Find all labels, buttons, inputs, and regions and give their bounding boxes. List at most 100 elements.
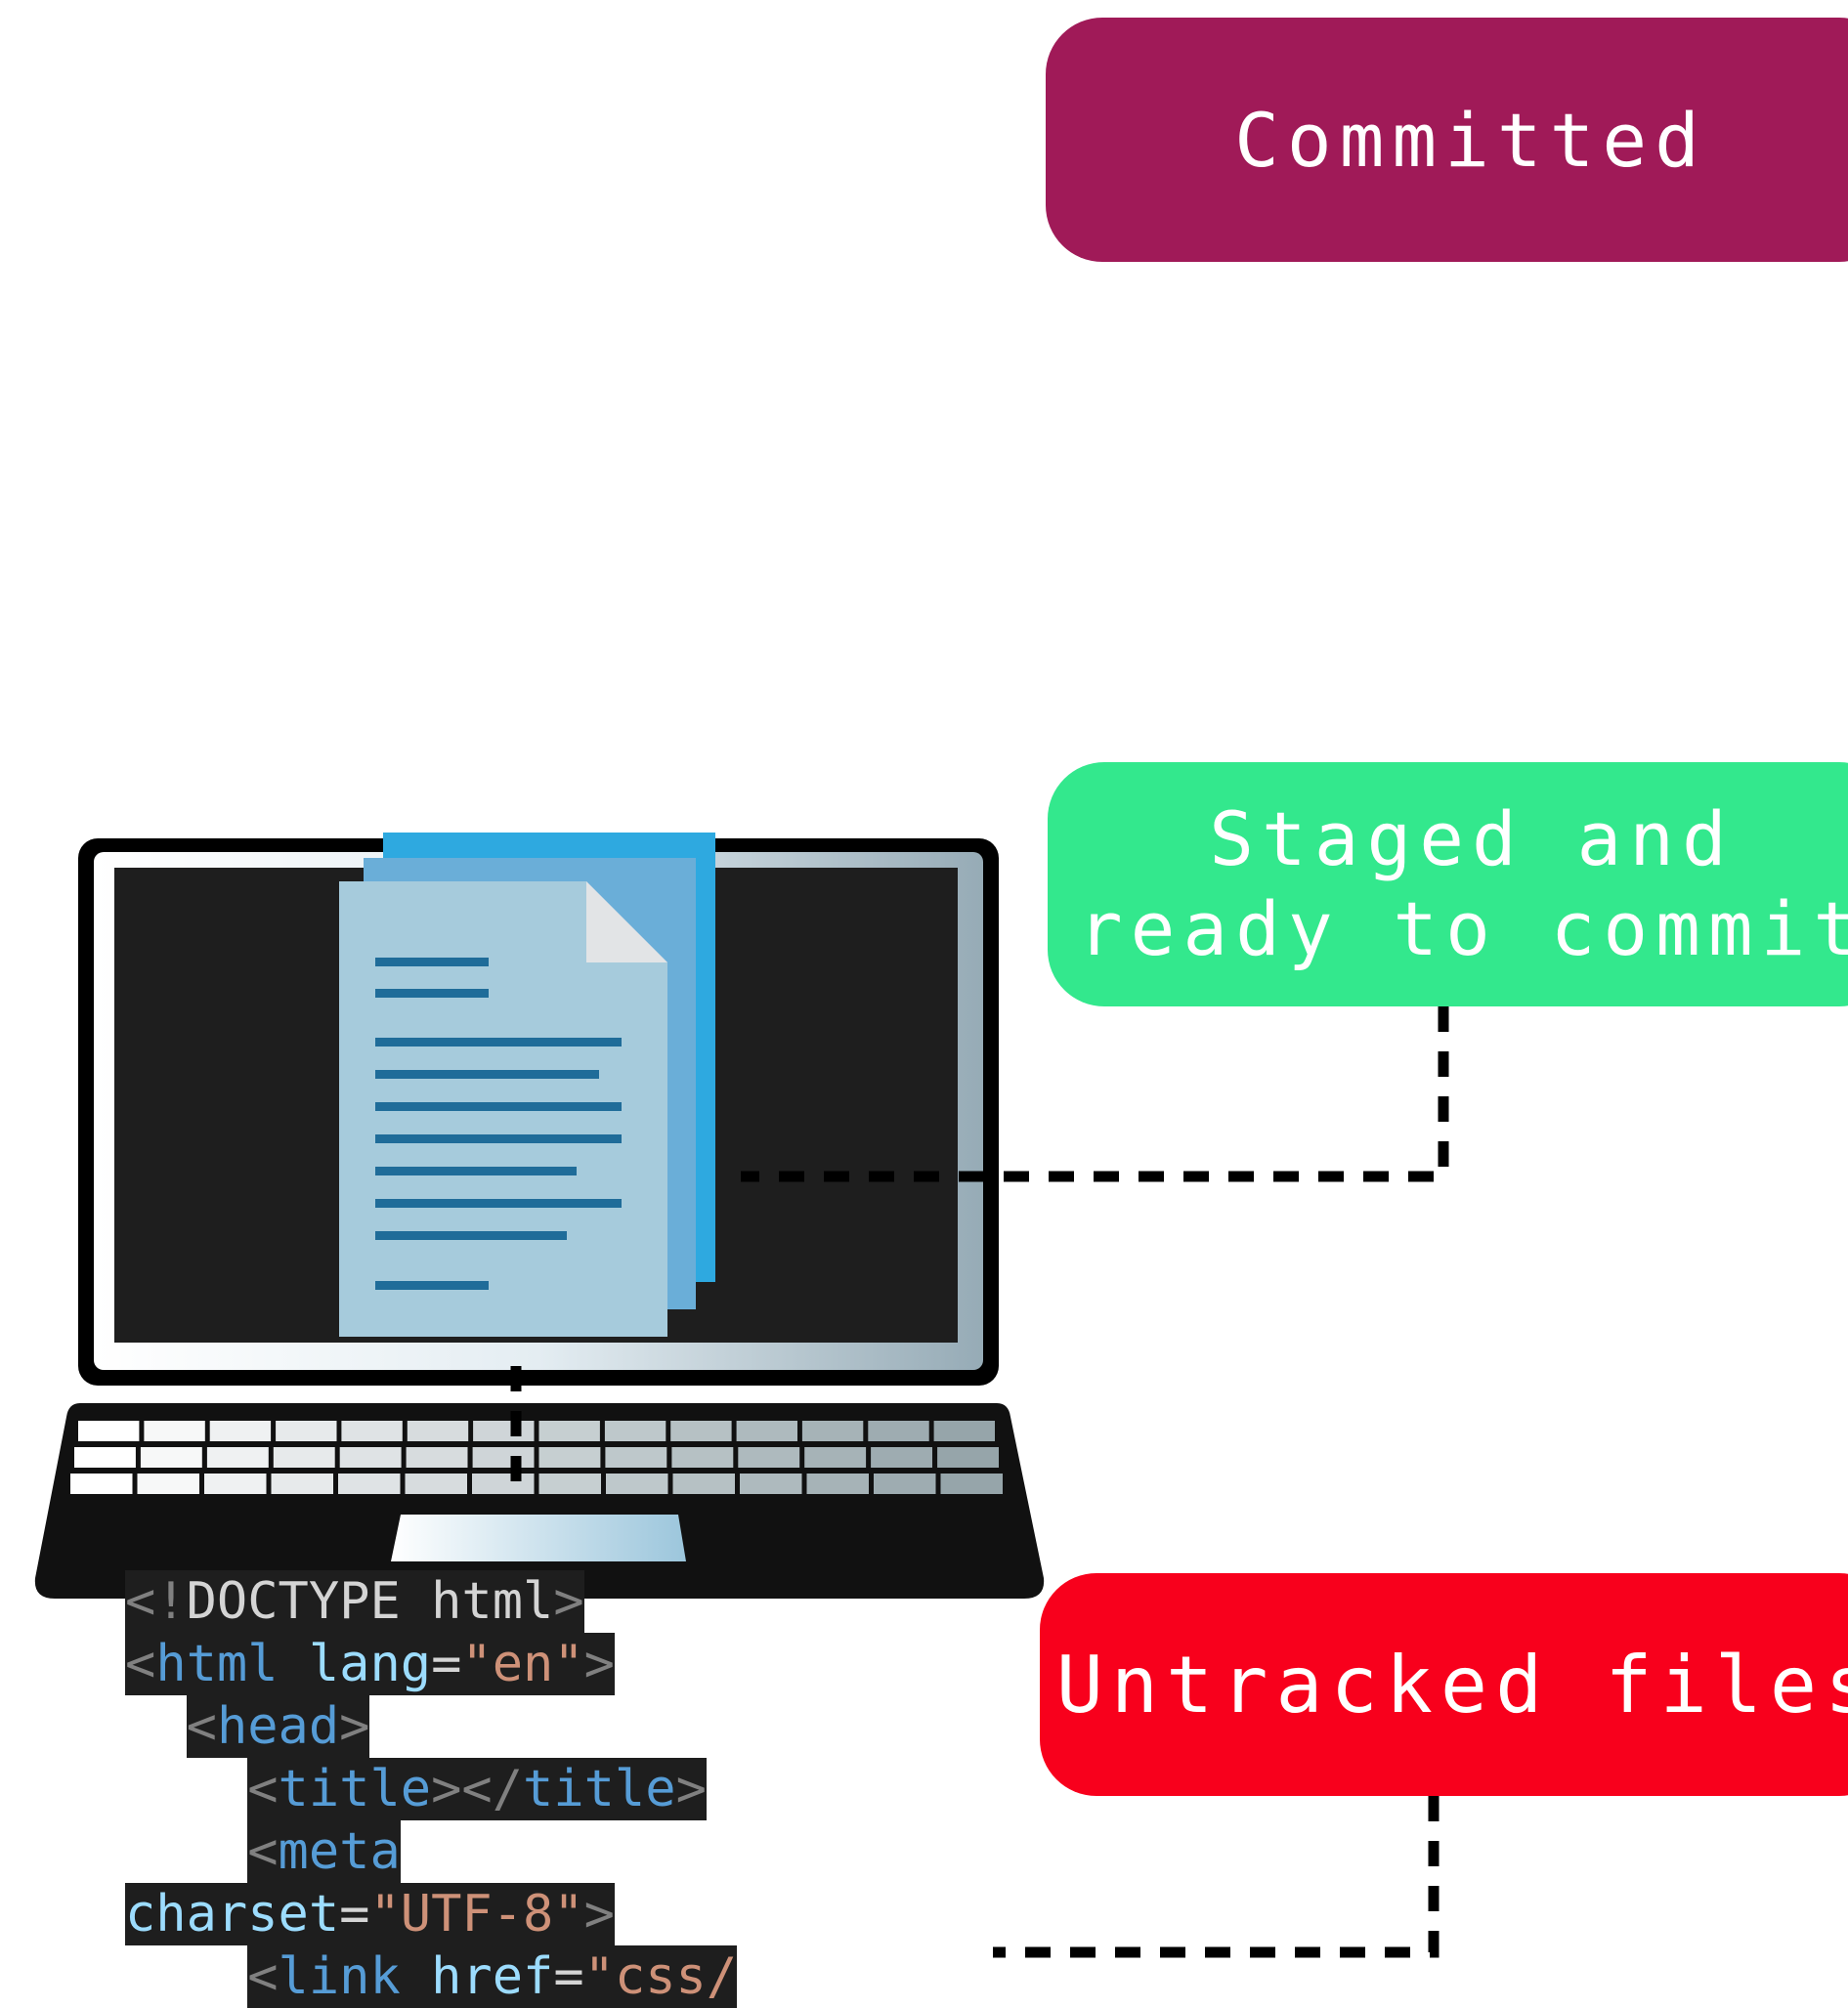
document-stack-icon: [339, 833, 715, 1337]
code-token: "css/: [583, 1947, 738, 2006]
code-token: DOCTYPE html: [186, 1572, 554, 1631]
keyboard-key: [868, 1421, 929, 1441]
keyboard-key: [933, 1421, 995, 1441]
code-token: >: [339, 1697, 370, 1756]
keyboard-key: [407, 1421, 469, 1441]
untracked-connector: [993, 1796, 1440, 1958]
code-line: <title></title>: [125, 1758, 737, 1820]
keyboard-key: [606, 1474, 668, 1494]
document-line: [375, 1102, 622, 1111]
code-line-background: <html lang="en">: [125, 1633, 615, 1695]
keyboard-key: [871, 1447, 932, 1468]
keyboard-key: [538, 1421, 600, 1441]
code-line: <!DOCTYPE html>: [125, 1570, 737, 1633]
code-token: >: [583, 1885, 615, 1944]
keyboard-key: [604, 1421, 666, 1441]
code-token: =: [431, 1635, 462, 1693]
keyboard-key: [738, 1447, 800, 1468]
code-line-background: <link href="css/: [247, 1945, 738, 2008]
keyboard-key: [271, 1474, 333, 1494]
keyboard-key: [204, 1474, 267, 1494]
code-snippet: <!DOCTYPE html> <html lang="en"> <head> <…: [125, 1570, 738, 2008]
code-token: <: [247, 1760, 279, 1818]
keyboard-key: [78, 1421, 140, 1441]
document-line: [375, 1231, 567, 1240]
keyboard-key: [74, 1447, 136, 1468]
code-token: <: [247, 1947, 279, 2006]
keyboard-key: [740, 1474, 802, 1494]
code-token: >: [675, 1760, 707, 1818]
keyboard-key: [874, 1474, 936, 1494]
code-token: href: [431, 1947, 554, 2006]
code-line: charset="UTF-8">: [125, 1883, 737, 1945]
code-line-background: <head>: [186, 1695, 370, 1758]
code-token: =: [339, 1885, 370, 1944]
keyboard-key: [940, 1474, 1003, 1494]
code-line-background: <title></title>: [247, 1758, 707, 1820]
document-line: [375, 989, 489, 998]
code-token: charset: [125, 1885, 340, 1944]
keyboard-key: [806, 1474, 869, 1494]
code-token: html: [155, 1635, 279, 1693]
keyboard-key: [671, 1447, 734, 1468]
keyboard-key: [801, 1421, 864, 1441]
keyboard-key: [670, 1421, 732, 1441]
keyboard-key: [276, 1421, 337, 1441]
keyboard-key: [937, 1447, 999, 1468]
keyboard-key: [70, 1474, 133, 1494]
code-line: <meta: [125, 1820, 737, 1883]
code-line: <link href="css/: [125, 1945, 738, 2008]
keyboard-key: [338, 1474, 401, 1494]
code-line-background: <!DOCTYPE html>: [125, 1570, 584, 1633]
keyboard-key: [206, 1447, 269, 1468]
code-token: lang: [308, 1635, 432, 1693]
keyboard-key: [339, 1447, 402, 1468]
document-line: [375, 1199, 622, 1208]
code-token: >: [583, 1635, 615, 1693]
document-line: [375, 1038, 622, 1047]
document-line: [375, 1070, 599, 1079]
code-token: <: [186, 1697, 217, 1756]
keyboard-key: [209, 1421, 272, 1441]
keyboard-key: [140, 1447, 202, 1468]
code-token: >: [553, 1572, 584, 1631]
code-line-background: <meta: [247, 1820, 401, 1883]
keyboard-key: [406, 1447, 468, 1468]
document-line: [375, 1281, 489, 1290]
keyboard-key: [804, 1447, 867, 1468]
keyboard-key: [736, 1421, 797, 1441]
code-token: "en": [461, 1635, 584, 1693]
keyboard-key: [137, 1474, 199, 1494]
code-token: head: [216, 1697, 340, 1756]
code-token: "UTF-8": [369, 1885, 584, 1944]
keyboard-key: [472, 1447, 535, 1468]
document-line: [375, 1134, 622, 1143]
code-token: <: [125, 1635, 156, 1693]
code-line: <head>: [125, 1695, 737, 1758]
code-token: <!: [125, 1572, 187, 1631]
keyboard-key: [473, 1421, 535, 1441]
code-line: <html lang="en">: [125, 1633, 737, 1695]
code-token: link: [278, 1947, 401, 2006]
trackpad: [391, 1515, 686, 1561]
keyboard-key: [341, 1421, 403, 1441]
keyboard-key: [538, 1447, 601, 1468]
code-line-background: charset="UTF-8">: [125, 1883, 615, 1945]
keyboard-key: [538, 1474, 601, 1494]
code-token: title: [523, 1760, 676, 1818]
keyboard-key: [405, 1474, 467, 1494]
keyboard-key: [672, 1474, 735, 1494]
code-token: title: [278, 1760, 432, 1818]
document-line: [375, 958, 489, 966]
code-token: ></: [431, 1760, 524, 1818]
keyboard-key: [605, 1447, 667, 1468]
keyboard-key: [273, 1447, 335, 1468]
code-token: <: [247, 1822, 279, 1881]
keyboard-key: [144, 1421, 205, 1441]
document-line: [375, 1167, 577, 1175]
code-token: =: [553, 1947, 584, 2006]
code-token: meta: [278, 1822, 401, 1881]
keyboard-key: [472, 1474, 535, 1494]
